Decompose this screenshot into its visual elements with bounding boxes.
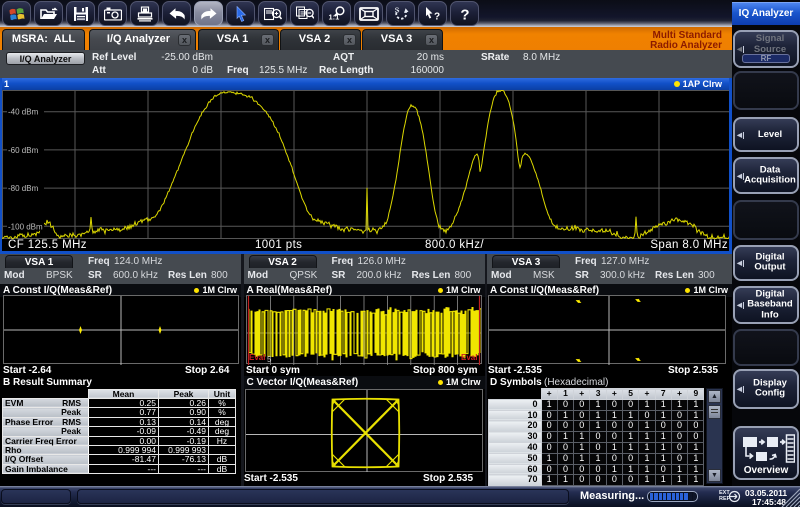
svg-text:5: 5: [267, 355, 272, 364]
svg-text:-40 dBm: -40 dBm: [8, 108, 39, 117]
svg-text:Eval: Eval: [461, 353, 477, 362]
svg-text:-80 dBm: -80 dBm: [8, 184, 39, 193]
svg-text:?: ?: [434, 11, 440, 21]
svg-text:Eval: Eval: [249, 353, 265, 362]
svg-text:-100 dBm: -100 dBm: [8, 222, 43, 231]
svg-text:-60 dBm: -60 dBm: [8, 146, 39, 155]
svg-text:1:1: 1:1: [328, 12, 339, 21]
svg-text:?: ?: [460, 6, 469, 22]
